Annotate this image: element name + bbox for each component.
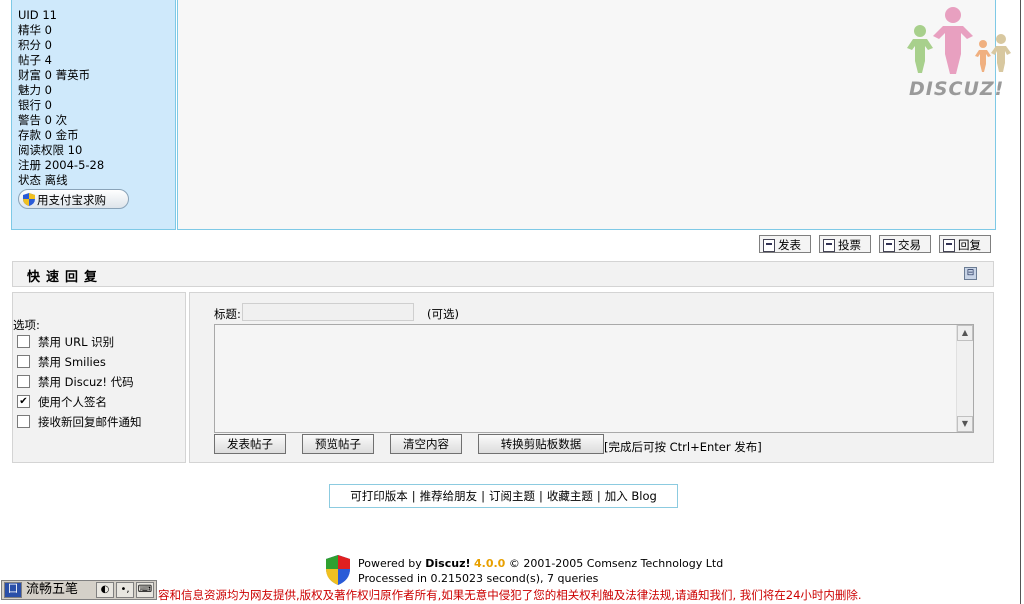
profile-deposit: 存款 0 金币 bbox=[18, 128, 79, 142]
copyright-text: © 2001-2005 Comsenz Technology Ltd bbox=[508, 557, 724, 570]
disable-discuz-code-checkbox[interactable] bbox=[17, 375, 30, 388]
subject-input[interactable] bbox=[242, 303, 414, 321]
profile-digest: 精华 0 bbox=[18, 23, 52, 37]
discuz-logo: DISCUZ! bbox=[903, 6, 1015, 102]
reply-options-panel: 选项: 禁用 URL 识别 禁用 Smilies 禁用 Discuz! 代码 ✔… bbox=[12, 292, 186, 463]
post-content-area bbox=[177, 0, 996, 230]
trade-icon bbox=[883, 239, 895, 252]
link-separator: | bbox=[481, 489, 485, 503]
ctrl-enter-hint: [完成后可按 Ctrl+Enter 发布] bbox=[604, 440, 762, 454]
profile-wealth: 财富 0 菁英币 bbox=[18, 68, 91, 82]
disable-smilies-label: 禁用 Smilies bbox=[38, 355, 106, 369]
profile-read-level: 阅读权限 10 bbox=[18, 143, 83, 157]
reply-label: 回复 bbox=[958, 238, 981, 252]
new-poll-label: 投票 bbox=[838, 238, 861, 252]
link-separator: | bbox=[538, 489, 543, 503]
option-disable-smilies[interactable]: 禁用 Smilies bbox=[17, 355, 106, 369]
disable-discuz-code-label: 禁用 Discuz! 代码 bbox=[38, 375, 134, 389]
ime-toolbar[interactable]: 囗 流畅五笔 ◐ •, ⌨ bbox=[1, 580, 157, 600]
reply-icon bbox=[943, 239, 955, 252]
new-trade-button[interactable]: 交易 bbox=[879, 235, 931, 253]
post-icon bbox=[763, 239, 775, 252]
option-use-signature[interactable]: ✔ 使用个人签名 bbox=[17, 395, 107, 409]
copyright-notice: 容和信息资源均为网友提供,版权及著作权归原作者所有,如果无意中侵犯了您的相关权利… bbox=[158, 588, 862, 602]
version-number: 4.0.0 bbox=[474, 557, 506, 570]
quick-reply-title: 快速回复 bbox=[27, 270, 104, 285]
profile-warnings: 警告 0 次 bbox=[18, 113, 68, 127]
reply-form: 标题: (可选) ▲ ▼ 发表帖子 预览帖子 清空内容 转换剪贴板数据 [完成后… bbox=[189, 292, 994, 463]
ime-name: 流畅五笔 bbox=[26, 582, 79, 597]
profile-status: 状态 离线 bbox=[18, 173, 68, 187]
preview-post-button[interactable]: 预览帖子 bbox=[302, 434, 374, 454]
powered-by-line: Powered by Discuz! 4.0.0 © 2001-2005 Com… bbox=[358, 557, 723, 570]
options-label: 选项: bbox=[13, 318, 40, 332]
scroll-down-icon[interactable]: ▼ bbox=[957, 416, 973, 432]
profile-points: 积分 0 bbox=[18, 38, 52, 52]
alipay-shield-icon bbox=[23, 193, 35, 206]
new-poll-button[interactable]: 投票 bbox=[819, 235, 871, 253]
clear-content-button[interactable]: 清空内容 bbox=[390, 434, 462, 454]
profile-posts: 帖子 4 bbox=[18, 53, 52, 67]
disable-url-checkbox[interactable] bbox=[17, 335, 30, 348]
scroll-up-icon[interactable]: ▲ bbox=[957, 325, 973, 341]
option-disable-discuz-code[interactable]: 禁用 Discuz! 代码 bbox=[17, 375, 134, 389]
printable-version-link[interactable]: 可打印版本 bbox=[350, 489, 408, 503]
quick-reply-header: 快速回复 ⊟ bbox=[12, 261, 994, 287]
disable-url-label: 禁用 URL 识别 bbox=[38, 335, 115, 349]
window-edge bbox=[1020, 0, 1021, 604]
user-profile-panel: UID 11 精华 0 积分 0 帖子 4 财富 0 菁英币 魅力 0 银行 0… bbox=[11, 0, 176, 230]
new-topic-label: 发表 bbox=[778, 238, 801, 252]
processed-time: Processed in 0.215023 second(s), 7 queri… bbox=[358, 572, 599, 585]
security-shield-icon bbox=[326, 555, 350, 585]
add-blog-link[interactable]: 加入 Blog bbox=[605, 489, 657, 503]
discuz-logo-text: DISCUZ! bbox=[909, 78, 1005, 100]
subscribe-topic-link[interactable]: 订阅主题 bbox=[489, 489, 535, 503]
use-signature-label: 使用个人签名 bbox=[38, 395, 107, 409]
option-email-notify[interactable]: 接收新回复邮件通知 bbox=[17, 415, 142, 429]
collapse-icon[interactable]: ⊟ bbox=[964, 267, 977, 280]
link-separator: | bbox=[596, 489, 601, 503]
favorite-topic-link[interactable]: 收藏主题 bbox=[547, 489, 593, 503]
half-width-icon[interactable]: ◐ bbox=[96, 582, 114, 598]
brand-name[interactable]: Discuz! bbox=[425, 557, 470, 570]
family-figures-icon bbox=[907, 7, 1011, 74]
convert-clipboard-button[interactable]: 转换剪贴板数据 bbox=[478, 434, 604, 454]
alipay-buy-button[interactable]: 用支付宝求购 bbox=[18, 189, 129, 209]
thread-links-bar: 可打印版本 | 推荐给朋友 | 订阅主题 | 收藏主题 | 加入 Blog bbox=[329, 484, 678, 508]
punctuation-icon[interactable]: •, bbox=[116, 582, 134, 598]
soft-keyboard-icon[interactable]: ⌨ bbox=[136, 582, 154, 598]
option-disable-url[interactable]: 禁用 URL 识别 bbox=[17, 335, 114, 349]
ime-logo-icon[interactable]: 囗 bbox=[4, 582, 22, 598]
subject-label: 标题: bbox=[214, 307, 241, 321]
profile-bank: 银行 0 bbox=[18, 98, 52, 112]
submit-post-button[interactable]: 发表帖子 bbox=[214, 434, 286, 454]
disable-smilies-checkbox[interactable] bbox=[17, 355, 30, 368]
link-separator: | bbox=[411, 489, 416, 503]
recommend-friend-link[interactable]: 推荐给朋友 bbox=[420, 489, 478, 503]
reply-button[interactable]: 回复 bbox=[939, 235, 991, 253]
email-notify-checkbox[interactable] bbox=[17, 415, 30, 428]
message-textarea[interactable]: ▲ ▼ bbox=[214, 324, 974, 433]
new-topic-button[interactable]: 发表 bbox=[759, 235, 811, 253]
subject-optional-note: (可选) bbox=[427, 307, 459, 321]
new-trade-label: 交易 bbox=[898, 238, 921, 252]
alipay-button-label: 用支付宝求购 bbox=[37, 193, 106, 207]
profile-charm: 魅力 0 bbox=[18, 83, 52, 97]
email-notify-label: 接收新回复邮件通知 bbox=[38, 415, 142, 429]
poll-icon bbox=[823, 239, 835, 252]
powered-by-text: Powered by bbox=[358, 557, 422, 570]
profile-uid: UID 11 bbox=[18, 8, 57, 22]
message-scrollbar[interactable]: ▲ ▼ bbox=[956, 325, 973, 432]
use-signature-checkbox[interactable]: ✔ bbox=[17, 395, 30, 408]
profile-register-date: 注册 2004-5-28 bbox=[18, 158, 105, 172]
